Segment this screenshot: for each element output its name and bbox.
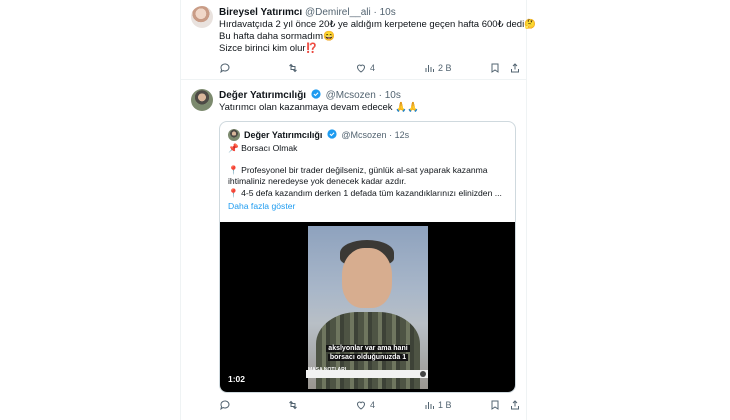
timestamp[interactable]: · 10s <box>374 7 396 18</box>
quoted-text-line: 📍 Profesyonel bir trader değilseniz, gün… <box>228 165 488 175</box>
video-player[interactable]: akslyonlar var ama hani borsacı olduğunu… <box>220 222 515 392</box>
reply-icon <box>220 63 230 74</box>
author-name[interactable]: Bireysel Yatırımcı <box>219 7 302 18</box>
retweet-icon <box>289 63 297 73</box>
record-icon <box>420 371 426 377</box>
retweet-icon <box>289 400 297 410</box>
quoted-author-name: Değer Yatırımcılığı <box>244 130 323 140</box>
bookmark-button[interactable] <box>489 62 501 74</box>
reply-button[interactable] <box>219 399 234 411</box>
like-count: 4 <box>370 63 376 73</box>
tweet-line: Hırdavatçıda 2 yıl önce 20₺ ye aldığım k… <box>219 19 537 30</box>
author-name[interactable]: Değer Yatırımcılığı <box>219 90 306 101</box>
retweet-button[interactable] <box>287 399 302 411</box>
quoted-author-handle: @Mcsozen <box>341 130 387 140</box>
tweet-header: Bireysel Yatırımcı @Demirel__ali · 10s <box>219 7 396 18</box>
retweet-button[interactable] <box>287 62 302 74</box>
reply-icon <box>220 400 230 411</box>
avatar[interactable] <box>191 6 213 28</box>
heart-icon <box>356 401 366 410</box>
views-icon <box>425 65 434 72</box>
quoted-text-line: ihtimaliniz neredeyse yok denecek kadar … <box>228 176 407 186</box>
tweet-actions: 4 2 B <box>219 62 519 76</box>
quoted-timestamp: · 12s <box>389 130 410 140</box>
like-button[interactable]: 4 <box>355 62 375 74</box>
avatar[interactable] <box>191 89 213 111</box>
tweet-actions: 4 1 B <box>219 399 519 413</box>
tweet[interactable]: Bireysel Yatırımcı @Demirel__ali · 10s H… <box>181 0 536 80</box>
quoted-tweet[interactable]: Değer Yatırımcılığı @Mcsozen · 12s 📌 Bor… <box>219 121 516 393</box>
quoted-header: Değer Yatırımcılığı @Mcsozen · 12s <box>244 129 409 140</box>
views-button[interactable]: 2 B <box>423 62 452 74</box>
view-count: 2 B <box>438 63 452 73</box>
views-button[interactable]: 1 B <box>423 399 452 411</box>
bookmark-icon <box>491 400 499 410</box>
video-caption: akslyonlar var ama hani borsacı olduğunu… <box>326 345 410 361</box>
quoted-avatar <box>228 129 240 141</box>
video-duration: 1:02 <box>228 374 246 384</box>
author-handle[interactable]: @Demirel__ali <box>305 7 371 18</box>
video-bottom-bar <box>306 370 428 378</box>
verified-badge-icon <box>311 89 321 99</box>
quoted-text-line: 📍 4-5 defa kazandım derken 1 defada tüm … <box>228 188 502 198</box>
show-more-link[interactable]: Daha fazla göster <box>228 201 295 212</box>
reply-button[interactable] <box>219 62 234 74</box>
share-button[interactable] <box>509 62 521 74</box>
tweet-line: Sizce birinci kim olur⁉️ <box>219 43 318 54</box>
bookmark-button[interactable] <box>489 399 501 411</box>
author-handle[interactable]: @Mcsozen <box>326 90 376 101</box>
share-button[interactable] <box>509 399 521 411</box>
tweet-text: Hırdavatçıda 2 yıl önce 20₺ ye aldığım k… <box>219 19 536 55</box>
tweet-text: Yatırımcı olan kazanmaya devam edecek 🙏🙏 <box>219 102 419 113</box>
timestamp[interactable]: · 10s <box>379 90 401 101</box>
share-icon <box>511 400 519 410</box>
view-count: 1 B <box>438 400 452 410</box>
bookmark-icon <box>491 63 499 73</box>
timeline-column: Bireysel Yatırımcı @Demirel__ali · 10s H… <box>180 0 536 420</box>
like-button[interactable]: 4 <box>355 399 375 411</box>
share-icon <box>511 63 519 73</box>
heart-icon <box>356 64 366 73</box>
tweet-header: Değer Yatırımcılığı @Mcsozen · 10s <box>219 89 401 101</box>
tweet[interactable]: Değer Yatırımcılığı @Mcsozen · 10s Yatır… <box>181 80 526 420</box>
quoted-title: 📌 Borsacı Olmak <box>228 143 298 153</box>
like-count: 4 <box>370 400 376 410</box>
tweet-line: Bu hafta daha sormadım😄 <box>219 31 335 42</box>
views-icon <box>425 402 434 409</box>
video-frame: akslyonlar var ama hani borsacı olduğunu… <box>308 226 428 389</box>
verified-badge-icon <box>327 129 337 139</box>
